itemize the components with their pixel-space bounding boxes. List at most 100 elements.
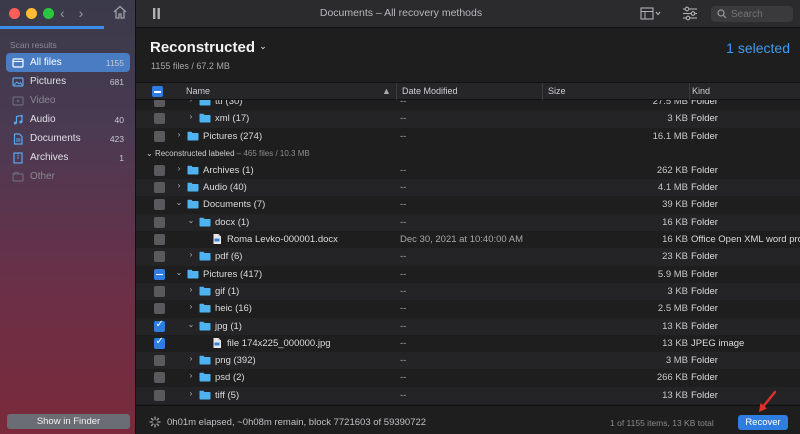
row-date: Dec 30, 2021 at 10:40:00 AM [400,234,524,246]
chevron-right-icon[interactable]: › [174,164,184,173]
table-row[interactable]: › Audio (40) -- 4.1 MB Folder [136,179,800,197]
table-row[interactable]: › pdf (6) -- 23 KB Folder [136,248,800,266]
recover-button[interactable]: Recover [738,415,788,430]
minimize-window-button[interactable] [26,8,37,19]
row-date: -- [400,337,407,349]
chevron-right-icon[interactable]: › [174,181,184,190]
page-title[interactable]: Reconstructed ⌄ [150,39,267,56]
column-separator[interactable] [689,83,690,100]
close-window-button[interactable] [9,8,20,19]
chevron-right-icon[interactable]: › [186,354,196,363]
search-input[interactable] [731,8,793,20]
chevron-right-icon[interactable]: › [186,389,196,398]
table-row[interactable]: › xml (17) -- 3 KB Folder [136,110,800,128]
chevron-down-icon[interactable]: ⌄ [174,268,184,277]
row-checkbox[interactable] [154,234,165,246]
view-mode-icon[interactable] [640,7,662,20]
column-size[interactable]: Size [548,86,566,96]
spinner-icon [149,416,161,428]
filter-sliders-icon[interactable] [682,6,698,21]
row-checkbox[interactable] [154,199,165,211]
sidebar-item-archives[interactable]: Archives 1 [6,148,130,167]
row-size: 16.1 MB [652,130,688,142]
chevron-down-icon[interactable]: ⌄ [186,216,196,225]
forward-icon[interactable]: › [79,5,84,21]
show-in-finder-button[interactable]: Show in Finder [7,414,130,429]
row-kind: Folder [691,303,718,315]
row-checkbox[interactable] [154,113,165,125]
row-checkbox[interactable] [154,355,165,367]
sidebar-item-all-files[interactable]: All files 1155 [6,53,130,72]
row-name: file 174x225_000000.jpg [227,337,331,349]
row-kind: JPEG image [691,337,745,349]
row-checkbox[interactable] [154,303,165,315]
table-row[interactable]: › tiff (5) -- 13 KB Folder [136,386,800,405]
row-checkbox[interactable] [154,251,165,263]
sidebar-item-video[interactable]: Video [6,91,130,110]
column-kind[interactable]: Kind [692,86,710,96]
table-row[interactable]: › heic (16) -- 2.5 MB Folder [136,300,800,317]
chevron-right-icon[interactable]: › [186,100,196,104]
chevron-right-icon[interactable]: › [174,130,184,139]
chevron-down-icon[interactable]: ⌄ [186,320,196,329]
file-icon [211,337,223,348]
table-row[interactable]: ⌄ Pictures (417) -- 5.9 MB Folder [136,266,800,283]
row-checkbox[interactable] [154,164,165,176]
column-separator[interactable] [542,83,543,100]
folder-icon [199,355,211,365]
row-checkbox[interactable] [154,336,165,349]
row-kind: Folder [691,389,718,401]
row-checkbox[interactable] [154,285,165,297]
row-date: -- [400,251,407,263]
table-row[interactable]: file 174x225_000000.jpg -- 13 KBJPEG image [136,335,800,352]
sidebar-item-label: Pictures [30,76,67,87]
chevron-right-icon[interactable]: › [186,250,196,259]
row-date: -- [400,100,407,107]
table-row[interactable]: › Archives (1) -- 262 KB Folder [136,162,800,179]
chevron-down-icon[interactable]: ⌄ [174,198,184,207]
row-size: 262 KB [656,164,688,176]
chevron-right-icon[interactable]: › [186,285,196,294]
table-row[interactable]: › png (392) -- 3 MB Folder [136,352,800,370]
sidebar-item-audio[interactable]: Audio 40 [6,110,130,129]
row-kind: Folder [691,113,718,125]
back-icon[interactable]: ‹ [60,5,65,21]
chevron-right-icon[interactable]: › [186,112,196,121]
home-icon[interactable] [112,4,128,20]
section-header[interactable]: ⌄ Reconstructed labeled – 465 files / 10… [136,145,800,162]
row-checkbox[interactable] [154,268,165,280]
row-checkbox[interactable] [154,216,165,228]
archives-icon [12,151,24,164]
sort-ascending-icon[interactable]: ▲ [382,86,391,96]
sidebar-item-other[interactable]: Other [6,167,130,186]
row-checkbox[interactable] [154,319,165,332]
zoom-window-button[interactable] [43,8,54,19]
row-checkbox[interactable] [154,182,165,194]
table-row[interactable]: › psd (2) -- 266 KB Folder [136,369,800,386]
table-row[interactable]: › ttf (30) -- 27.5 MBFolder [136,100,800,110]
row-checkbox[interactable] [154,389,165,401]
row-size: 13 KB [662,389,688,401]
table-row[interactable]: ⌄ Documents (7) -- 39 KB Folder [136,196,800,213]
table-row[interactable]: ⌄ docx (1) -- 16 KB Folder [136,213,800,232]
row-kind: Folder [691,164,718,176]
column-name[interactable]: Name [186,86,210,96]
chevron-right-icon[interactable]: › [186,302,196,311]
select-all-checkbox[interactable] [152,86,163,97]
row-checkbox[interactable] [154,130,165,142]
table-row[interactable]: ⌄ jpg (1) -- 13 KBFolder [136,317,800,335]
table-row[interactable]: › gif (1) -- 3 KB Folder [136,282,800,301]
table-row[interactable]: Roma Levko-000001.docx Dec 30, 2021 at 10… [136,231,800,248]
row-date: -- [400,320,407,332]
row-size: 27.5 MB [652,100,688,107]
table-row[interactable]: › Pictures (274) -- 16.1 MB Folder [136,128,800,145]
chevron-right-icon[interactable]: › [186,371,196,380]
search-field[interactable] [711,6,793,22]
row-checkbox[interactable] [154,100,165,107]
row-checkbox[interactable] [154,372,165,384]
column-separator[interactable] [396,83,397,100]
navigation-arrows: ‹ › [60,5,83,21]
column-date-modified[interactable]: Date Modified [402,86,458,96]
sidebar-item-pictures[interactable]: Pictures 681 [6,72,130,91]
sidebar-item-documents[interactable]: Documents 423 [6,129,130,148]
